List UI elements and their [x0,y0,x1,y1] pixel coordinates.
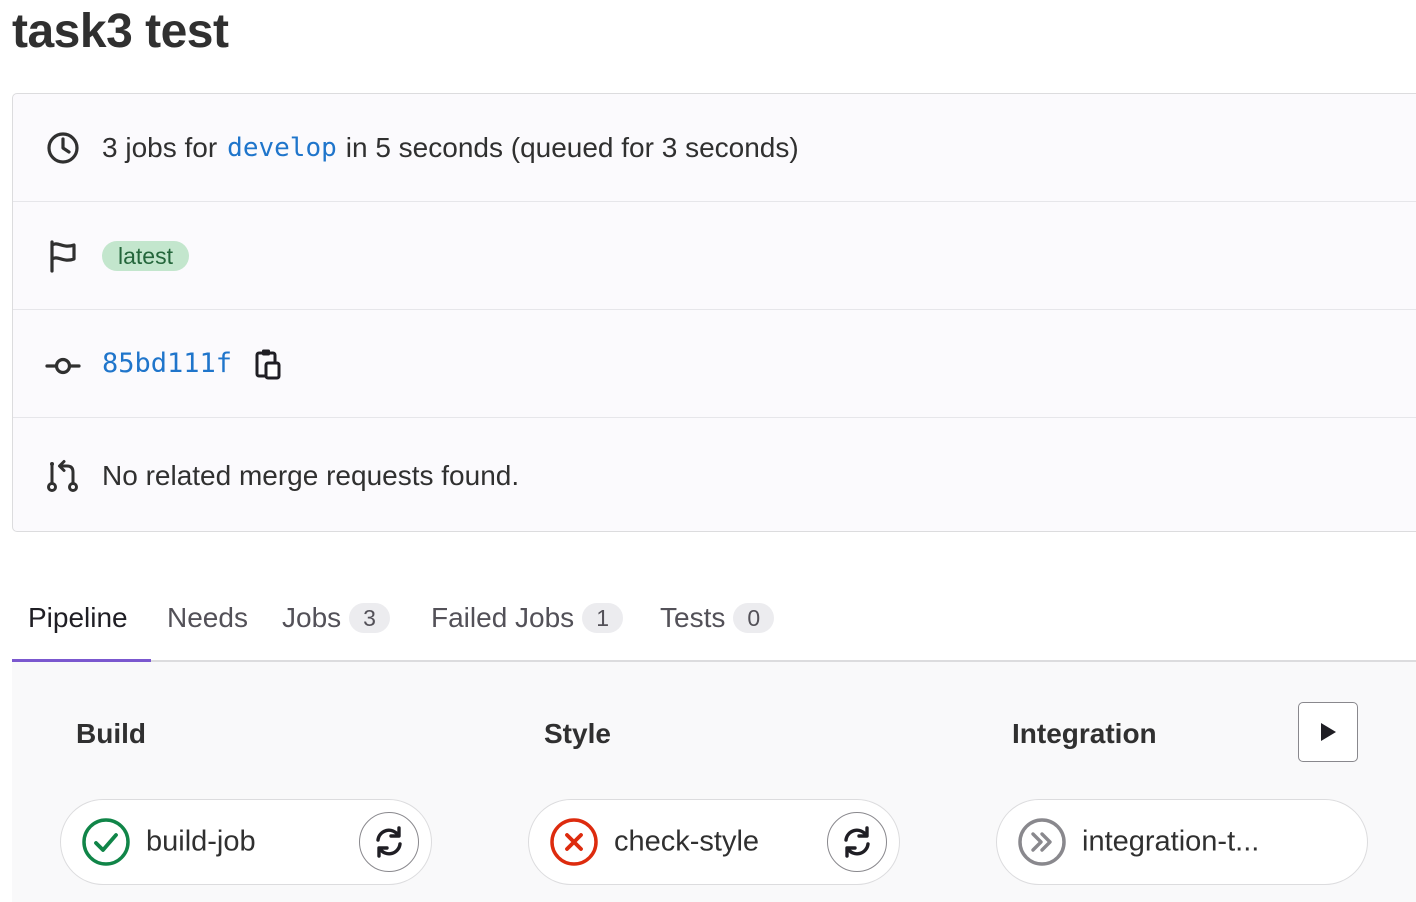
job-name-integration-test: integration-t... [1082,825,1260,858]
clock-icon [47,131,79,164]
play-stage-button[interactable] [1298,702,1358,762]
commit-content: 85bd111f [102,348,282,380]
pipeline-info-card: 3 jobs for develop in 5 seconds (queued … [12,93,1416,532]
stage-title-build: Build [76,718,146,749]
stage-title-style: Style [544,718,611,749]
job-name-check-style: check-style [614,825,760,858]
tab-jobs[interactable]: Jobs 3 [282,576,390,660]
branch-ref-link[interactable]: develop [227,133,337,163]
job-integration-test[interactable]: integration-t... [996,799,1368,885]
badges-container: latest [102,240,189,271]
commit-icon [45,357,81,374]
retry-build-job-button[interactable] [359,812,419,872]
jobs-summary-prefix: 3 jobs for [102,131,218,163]
job-name-build-job: build-job [146,825,256,858]
commit-sha-link[interactable]: 85bd111f [102,348,232,379]
tab-failed-jobs[interactable]: Failed Jobs 1 [431,576,623,660]
tab-tests-label: Tests [660,602,726,633]
jobs-summary-row: 3 jobs for develop in 5 seconds (queued … [13,94,1416,202]
badges-row: latest [13,202,1416,310]
failed-jobs-count-badge: 1 [582,603,623,633]
job-build-job[interactable]: build-job [60,799,432,885]
tab-pipeline[interactable]: Pipeline [28,576,128,660]
copy-icon[interactable] [254,348,282,380]
pipeline-tabs: Pipeline Needs Jobs 3 Failed Jobs 1 Test… [12,576,1416,663]
status-failed-icon [550,818,598,866]
stage-title-integration: Integration [1012,718,1157,749]
tab-tests[interactable]: Tests 0 [660,576,775,660]
tab-needs-label: Needs [167,602,248,633]
flag-icon [50,239,76,273]
latest-badge: latest [102,240,189,271]
tab-pipeline-label: Pipeline [28,602,128,633]
retry-check-style-button[interactable] [827,812,887,872]
tab-jobs-label: Jobs [282,602,342,633]
tests-count-badge: 0 [733,603,775,633]
retry-icon [844,826,870,858]
tab-needs[interactable]: Needs [167,576,248,660]
play-icon [1321,723,1336,741]
pipeline-graph: Build Style Integration build-job check-… [12,662,1416,902]
tab-failed-jobs-label: Failed Jobs [431,602,575,633]
job-check-style[interactable]: check-style [528,799,900,885]
commit-row: 85bd111f [13,310,1416,418]
jobs-count-badge: 3 [349,603,390,633]
page-title: task3 test [12,5,229,58]
status-skipped-icon [1018,818,1066,866]
jobs-summary-text: 3 jobs for develop in 5 seconds (queued … [102,132,799,164]
jobs-summary-suffix: in 5 seconds (queued for 3 seconds) [345,131,799,163]
retry-icon [376,826,402,858]
merge-requests-row: No related merge requests found. [13,418,1416,533]
status-success-icon [82,818,130,866]
merge-requests-text: No related merge requests found. [102,459,520,491]
merge-request-icon [47,459,78,492]
